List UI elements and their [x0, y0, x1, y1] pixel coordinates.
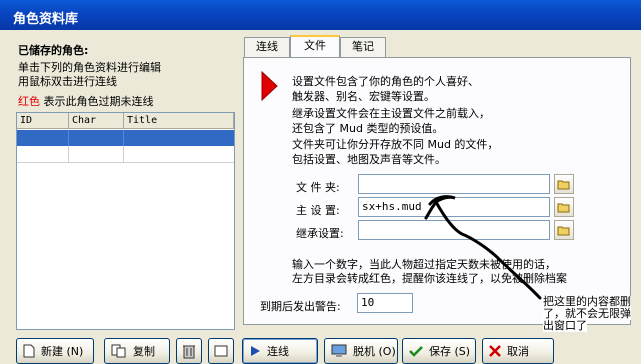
table-cell [69, 146, 124, 162]
checkmark-icon [409, 346, 423, 357]
table-cell [124, 146, 234, 162]
annotation-line-3: 出窗口了 [543, 319, 587, 332]
new-button-label: 新建 (N) [41, 345, 84, 358]
offline-button-label: 脱机 (O) [353, 345, 396, 358]
desc-line-2: 触发器、别名、宏键等设置。 [292, 90, 435, 103]
annotation-arrow [424, 195, 542, 300]
table-cell [17, 146, 69, 162]
main-settings-label: 主 设 置: [296, 204, 340, 217]
cancel-button[interactable]: 取消 [482, 338, 554, 364]
red-word: 红色 [18, 95, 40, 108]
desc-line-6: 包括设置、地图及声音等文件。 [292, 153, 446, 166]
title-bar: 角色资料库 [0, 0, 641, 30]
new-document-icon [23, 344, 35, 358]
column-header-id[interactable]: ID [17, 113, 69, 129]
table-row[interactable] [17, 146, 234, 163]
inherit-settings-label: 继承设置: [296, 227, 344, 240]
desc-line-1: 设置文件包含了你的角色的个人喜好、 [292, 75, 479, 88]
play-icon [251, 346, 260, 356]
window-title: 角色资料库 [13, 12, 79, 27]
trash-icon [183, 345, 195, 359]
copy-icon [111, 344, 126, 358]
tab-connect[interactable]: 连线 [244, 37, 290, 57]
table-cell [17, 130, 69, 146]
close-icon [489, 345, 501, 357]
computer-icon [331, 344, 347, 357]
window-icon [214, 345, 228, 357]
table-cell [69, 130, 124, 146]
table-cell [124, 130, 234, 146]
new-button[interactable]: 新建 (N) [16, 338, 94, 364]
desc-line-4: 还包含了 Mud 类型的预设值。 [292, 122, 444, 135]
expired-legend: 红色 表示此角色过期未连线 [18, 93, 154, 109]
desc-line-3: 继承设置文件会在主设置文件之前载入， [292, 107, 490, 120]
expired-legend-text: 表示此角色过期未连线 [40, 95, 154, 108]
red-arrow-icon [261, 71, 278, 101]
connect-button-label: 连线 [267, 345, 289, 358]
column-header-char[interactable]: Char [69, 113, 124, 129]
offline-button[interactable]: 脱机 (O) [324, 338, 398, 364]
tab-file[interactable]: 文件 [290, 35, 340, 58]
column-header-title[interactable]: Title [124, 113, 234, 129]
delete-button[interactable] [176, 338, 202, 364]
window-button[interactable] [208, 338, 234, 364]
instruction-line-2: 用鼠标双击进行连线 [18, 75, 117, 88]
connect-button[interactable]: 连线 [242, 338, 318, 364]
copy-button-label: 复制 [133, 345, 155, 358]
character-table[interactable]: ID Char Title [16, 112, 235, 330]
cancel-button-label: 取消 [507, 345, 529, 358]
saved-characters-heading: 已储存的角色: [18, 44, 89, 57]
warn-days-label: 到期后发出警告: [260, 300, 341, 313]
copy-button[interactable]: 复制 [104, 338, 170, 364]
table-row-selected[interactable] [17, 130, 234, 146]
desc-line-5: 文件夹可让你分开存放不同 Mud 的文件， [292, 138, 499, 151]
folder-label: 文 件 夹: [296, 181, 340, 194]
save-button[interactable]: 保存 (S) [402, 338, 476, 364]
save-button-label: 保存 (S) [429, 345, 471, 358]
tab-notes[interactable]: 笔记 [340, 37, 386, 57]
